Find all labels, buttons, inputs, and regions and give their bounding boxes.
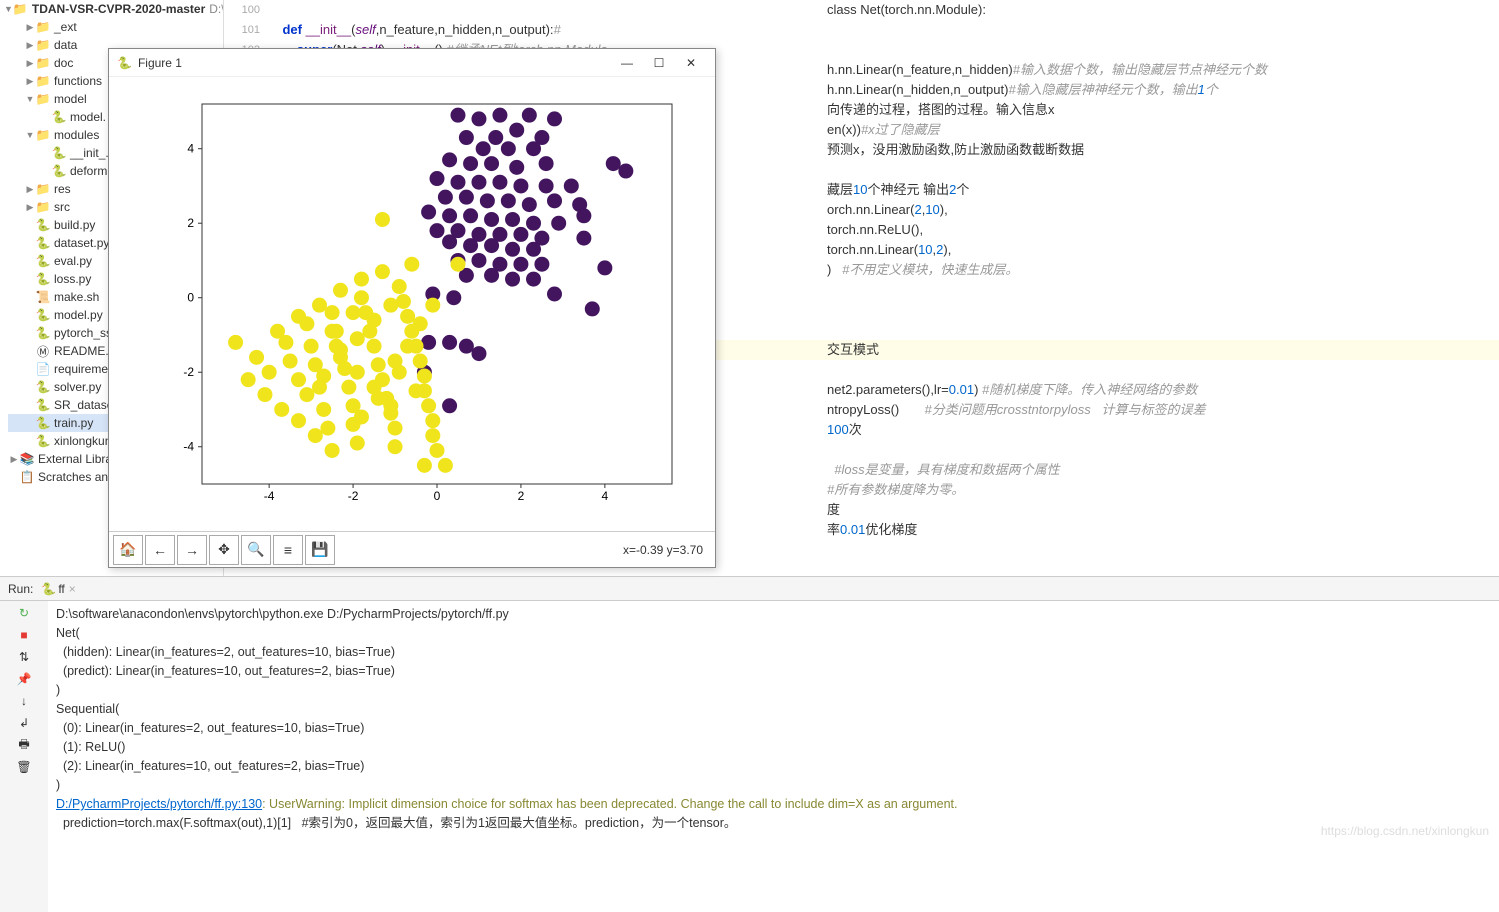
svg-text:2: 2 [187, 216, 194, 230]
run-gutter: ↻ ■ ⇅ 📌 ↓ ↲ 🖶 🗑 [0, 601, 48, 912]
delete-button[interactable]: 🗑 [16, 759, 32, 775]
minimize-button[interactable]: — [611, 56, 643, 70]
save-icon[interactable]: 💾 [305, 535, 335, 565]
matplotlib-figure-window[interactable]: 🐍 Figure 1 — ☐ ✕ -4 -2 0 2 4 -4 -2 0 2 4 🏠 ← → ✥ … [108, 48, 716, 568]
svg-text:2: 2 [518, 489, 525, 503]
watermark: https://blog.csdn.net/xinlongkun [1321, 824, 1489, 838]
config-icon[interactable]: ≡ [273, 535, 303, 565]
python-icon: 🐍 [41, 582, 56, 596]
figure-coords: x=-0.39 y=3.70 [623, 543, 711, 557]
tree-item[interactable]: ▶📁_ext [8, 18, 223, 36]
console-output[interactable]: D:\software\anacondon\envs\pytorch\pytho… [48, 601, 1499, 912]
scatter-plot: -4 -2 0 2 4 -4 -2 0 2 4 [132, 84, 692, 524]
svg-text:-4: -4 [183, 440, 194, 454]
figure-title: Figure 1 [138, 56, 182, 70]
svg-text:-2: -2 [348, 489, 359, 503]
project-name: TDAN-VSR-CVPR-2020-master [32, 2, 205, 16]
svg-text:4: 4 [602, 489, 609, 503]
svg-text:4: 4 [187, 142, 194, 156]
rerun-button[interactable]: ↻ [16, 605, 32, 621]
project-header[interactable]: ▼ 📁 TDAN-VSR-CVPR-2020-master D:\Pycharm… [0, 0, 223, 18]
svg-text:0: 0 [187, 291, 194, 305]
project-icon: 📁 [13, 2, 28, 16]
pan-icon[interactable]: ✥ [209, 535, 239, 565]
figure-titlebar[interactable]: 🐍 Figure 1 — ☐ ✕ [109, 49, 715, 77]
close-button[interactable]: ✕ [675, 56, 707, 70]
toggle-button[interactable]: ⇅ [16, 649, 32, 665]
down-button[interactable]: ↓ [16, 693, 32, 709]
svg-text:-4: -4 [264, 489, 275, 503]
pin-button[interactable]: 📌 [16, 671, 32, 687]
run-tool-window: Run: 🐍 ff × ↻ ■ ⇅ 📌 ↓ ↲ 🖶 🗑 D:\software\… [0, 576, 1499, 912]
home-icon[interactable]: 🏠 [113, 535, 143, 565]
zoom-icon[interactable]: 🔍 [241, 535, 271, 565]
svg-text:0: 0 [434, 489, 441, 503]
chevron-down-icon: ▼ [4, 4, 13, 14]
svg-text:-2: -2 [183, 365, 194, 379]
figure-canvas[interactable]: -4 -2 0 2 4 -4 -2 0 2 4 [109, 77, 715, 531]
figure-icon: 🐍 [117, 56, 132, 70]
back-icon[interactable]: ← [145, 535, 175, 565]
project-path: D:\PycharmProjects\TDAN-VSR-CVPR-2020 [209, 2, 224, 16]
wrap-button[interactable]: ↲ [16, 715, 32, 731]
figure-toolbar: 🏠 ← → ✥ 🔍 ≡ 💾 x=-0.39 y=3.70 [109, 531, 715, 567]
close-tab-icon[interactable]: × [69, 582, 76, 596]
forward-icon[interactable]: → [177, 535, 207, 565]
run-tab[interactable]: ff [58, 582, 64, 596]
maximize-button[interactable]: ☐ [643, 56, 675, 70]
print-button[interactable]: 🖶 [16, 737, 32, 753]
run-label: Run: [8, 582, 33, 596]
stop-button[interactable]: ■ [16, 627, 32, 643]
